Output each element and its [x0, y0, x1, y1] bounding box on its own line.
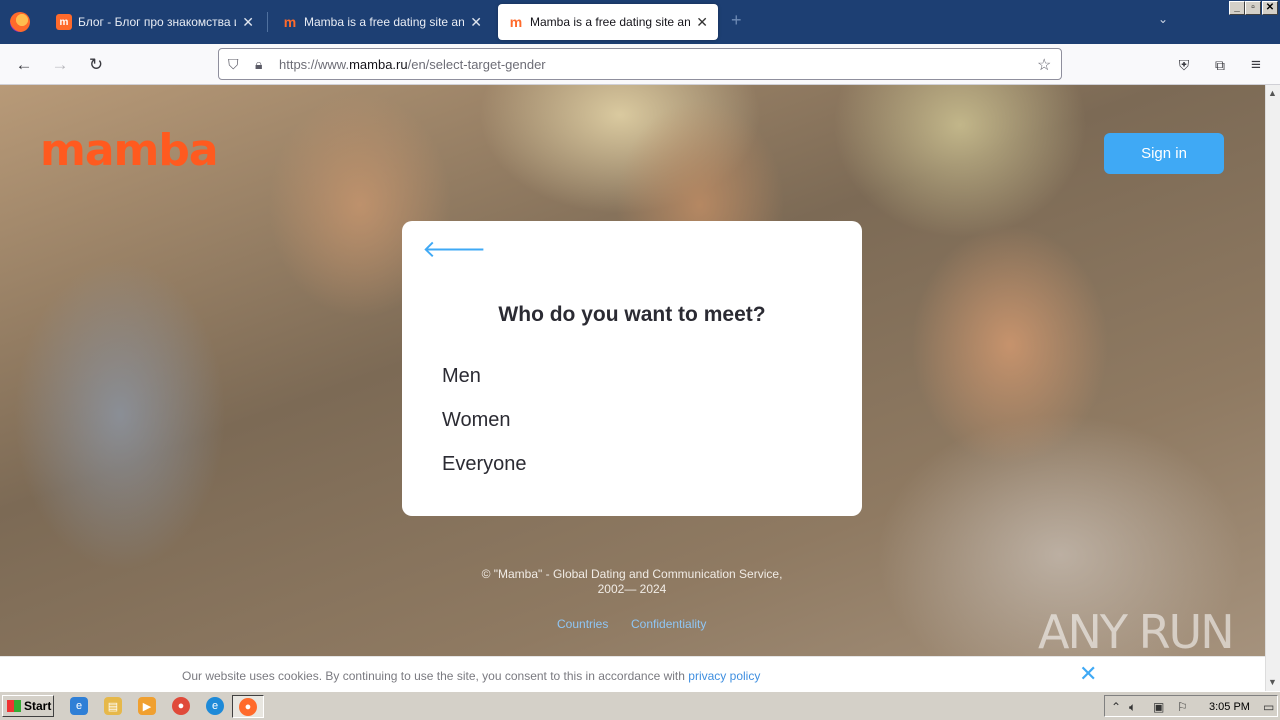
mamba-logo[interactable]: mamba: [40, 129, 219, 173]
tab-blog[interactable]: m Блог - Блог про знакомства и отн ✕: [46, 4, 264, 40]
dialog-title: Who do you want to meet?: [498, 303, 766, 326]
url-text[interactable]: https://www.mamba.ru/en/select-target-ge…: [279, 57, 546, 72]
mamba-favicon-icon: m: [56, 14, 72, 30]
option-women[interactable]: Women: [442, 409, 511, 432]
tab-title: Блог - Блог про знакомства и отн: [78, 15, 236, 29]
scroll-down-icon[interactable]: ▼: [1268, 677, 1277, 687]
cookie-banner: Our website uses cookies. By continuing …: [0, 656, 1265, 691]
address-bar[interactable]: ⛉ 🔒︎ https://www.mamba.ru/en/select-targ…: [218, 48, 1062, 80]
firefox-icon: ●: [239, 698, 257, 716]
close-window-button[interactable]: ✕: [1262, 1, 1278, 15]
target-gender-dialog: 🡐 Who do you want to meet? Men Women Eve…: [402, 221, 862, 516]
page-content: mamba Sign in 🡐 Who do you want to meet?…: [0, 85, 1265, 691]
taskbar-firefox-button[interactable]: ●: [232, 695, 264, 718]
countries-link[interactable]: Countries: [557, 617, 608, 631]
volume-icon[interactable]: 🔈︎: [1129, 700, 1136, 715]
back-button[interactable]: ←: [11, 52, 37, 78]
privacy-policy-link[interactable]: privacy policy: [688, 669, 760, 683]
firefox-icon[interactable]: [10, 12, 30, 32]
scroll-up-icon[interactable]: ▲: [1268, 88, 1277, 98]
chrome-icon[interactable]: ●: [172, 697, 190, 715]
taskbar: Start e ▤ ▶ ● e ● ⌃ 🔈︎ ▣ ⚐ ▭ 3:05 PM: [0, 691, 1280, 720]
option-men[interactable]: Men: [442, 365, 481, 388]
forward-button[interactable]: →: [47, 52, 73, 78]
tab-mamba-1[interactable]: m Mamba is a free dating site and a c ✕: [272, 4, 492, 40]
tab-title: Mamba is a free dating site and a c: [304, 15, 465, 29]
nav-bar: ← → ↻ ⛉ 🔒︎ https://www.mamba.ru/en/selec…: [0, 44, 1280, 85]
sign-in-button[interactable]: Sign in: [1104, 133, 1224, 174]
anyrun-watermark: ANY RUN: [1038, 605, 1235, 659]
vertical-scrollbar[interactable]: ▲ ▼: [1265, 85, 1280, 691]
copyright-line: © "Mamba" - Global Dating and Communicat…: [481, 567, 783, 581]
copyright: © "Mamba" - Global Dating and Communicat…: [432, 567, 832, 597]
close-icon[interactable]: ✕: [470, 14, 482, 31]
extensions-icon[interactable]: ⧉: [1207, 52, 1233, 78]
cookie-text: Our website uses cookies. By continuing …: [182, 669, 761, 683]
media-player-icon[interactable]: ▶: [138, 697, 156, 715]
new-tab-button[interactable]: +: [731, 10, 742, 31]
chevron-up-icon[interactable]: ⌃: [1111, 700, 1121, 714]
start-button[interactable]: Start: [2, 695, 54, 717]
close-icon[interactable]: ✕: [696, 14, 708, 31]
lock-icon[interactable]: 🔒︎: [255, 56, 262, 73]
mamba-favicon-icon: m: [283, 14, 297, 30]
copyright-years: 2002— 2024: [597, 582, 667, 596]
pocket-icon[interactable]: ⛨: [1171, 52, 1197, 78]
tab-divider: [267, 12, 268, 32]
minimize-button[interactable]: _: [1229, 1, 1245, 15]
folder-icon[interactable]: ▤: [104, 697, 122, 715]
chevron-down-icon[interactable]: ⌄: [1158, 12, 1168, 26]
restore-button[interactable]: ▫: [1245, 1, 1261, 15]
tab-strip: m Блог - Блог про знакомства и отн ✕ m M…: [0, 0, 1280, 44]
tab-mamba-active[interactable]: m Mamba is a free dating site and a c ✕: [498, 4, 718, 40]
reload-button[interactable]: ↻: [83, 52, 109, 78]
menu-icon[interactable]: ≡: [1243, 52, 1269, 78]
windows-flag-icon: [7, 700, 21, 712]
arrow-left-icon[interactable]: 🡐: [422, 237, 486, 263]
option-everyone[interactable]: Everyone: [442, 453, 527, 476]
clock: 3:05 PM: [1209, 701, 1250, 713]
show-desktop-icon[interactable]: ▭: [1263, 700, 1274, 714]
system-tray: ⌃ 🔈︎ ▣ ⚐ ▭: [1104, 695, 1278, 717]
shield-icon[interactable]: ⛉: [228, 56, 239, 73]
mamba-favicon-icon: m: [509, 14, 523, 30]
internet-explorer-icon[interactable]: e: [70, 697, 88, 715]
start-label: Start: [24, 699, 52, 713]
flag-icon[interactable]: ⚐: [1177, 700, 1188, 714]
tab-title: Mamba is a free dating site and a c: [530, 15, 691, 29]
edge-icon[interactable]: e: [206, 697, 224, 715]
confidentiality-link[interactable]: Confidentiality: [631, 617, 706, 631]
bookmark-star-icon[interactable]: ☆: [1037, 55, 1051, 75]
network-icon[interactable]: ▣: [1153, 700, 1164, 714]
close-icon[interactable]: ✕: [242, 14, 254, 31]
close-icon[interactable]: ✕: [1079, 663, 1097, 685]
